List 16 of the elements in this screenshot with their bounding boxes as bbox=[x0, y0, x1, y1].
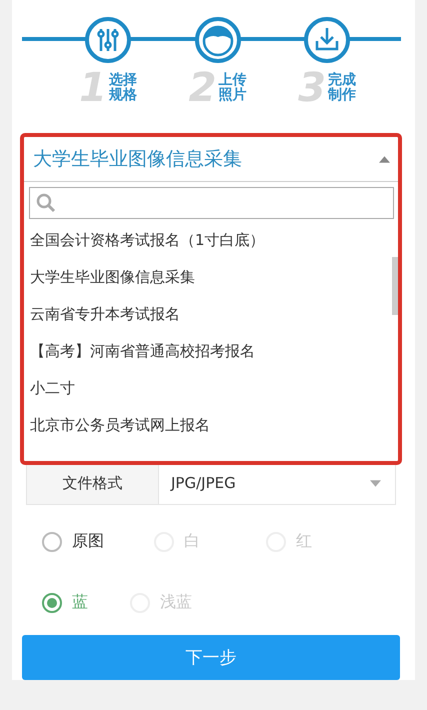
step-label: 完成 制作 bbox=[328, 73, 356, 103]
step-label: 选择 规格 bbox=[108, 73, 137, 103]
spec-option[interactable]: 小二寸 bbox=[30, 379, 75, 398]
spec-option[interactable]: 【高考】河南省普通高校招考报名 bbox=[30, 342, 255, 361]
caret-icon bbox=[379, 156, 390, 162]
spec-option[interactable]: 全国会计资格考试报名（1寸白底） bbox=[30, 231, 265, 250]
spec-option[interactable]: 大学生毕业图像信息采集 bbox=[30, 268, 195, 287]
scrollbar[interactable] bbox=[392, 257, 398, 315]
spec-dropdown[interactable]: 大学生毕业图像信息采集 全国会计资格考试报名（1寸白底） 大学生毕业图像信息采集 云南省专升本考试报名 【高考】河南省普通高校招考报名 小二寸 北京市公务员考试网上报名 bbox=[20, 133, 402, 465]
background-radio[interactable]: 原图 bbox=[42, 531, 154, 552]
spec-option[interactable]: 北京市公务员考试网上报名 bbox=[30, 416, 210, 435]
step-label: 上传 照片 bbox=[218, 73, 246, 103]
search-icon bbox=[36, 193, 56, 213]
spec-option[interactable]: 云南省专升本考试报名 bbox=[30, 305, 180, 324]
selected-spec: 大学生毕业图像信息采集 bbox=[33, 147, 242, 172]
search-field[interactable] bbox=[29, 187, 394, 219]
